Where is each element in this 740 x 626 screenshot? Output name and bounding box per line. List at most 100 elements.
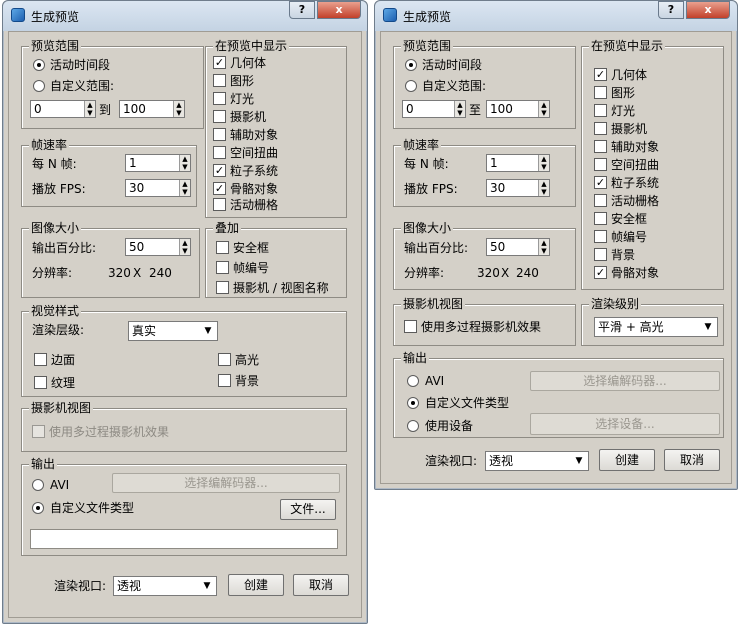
space-warps-label: 空间扭曲 <box>611 158 660 172</box>
bones-checkbox[interactable]: ✓ <box>594 266 607 279</box>
create-button[interactable]: 创建 <box>228 574 284 596</box>
render-viewport-dropdown[interactable]: 透视 ▼ <box>113 576 217 596</box>
camera-view-group: 摄影机视图 使用多过程摄影机效果 <box>21 401 347 452</box>
fps-spinner[interactable]: 30 ▲ ▼ <box>486 179 550 197</box>
space-warps-checkbox[interactable] <box>594 158 607 171</box>
close-button[interactable]: x <box>317 1 361 19</box>
spinner-arrows-icon[interactable]: ▲ ▼ <box>179 155 190 171</box>
close-button[interactable]: x <box>686 1 730 19</box>
every-n-spinner[interactable]: 1 ▲ ▼ <box>486 154 550 172</box>
use-device-radio[interactable] <box>407 420 419 432</box>
edged-faces-label: 边面 <box>51 353 76 367</box>
avi-label: AVI <box>425 374 445 388</box>
range-end-spinner[interactable]: 100 ▲ ▼ <box>119 100 185 118</box>
custom-file-type-radio[interactable] <box>407 397 419 409</box>
texture-checkbox[interactable] <box>34 376 47 389</box>
shapes-checkbox[interactable] <box>594 86 607 99</box>
resolution-width: 320 <box>477 266 500 280</box>
multipass-checkbox[interactable] <box>32 425 45 438</box>
create-button[interactable]: 创建 <box>599 449 655 471</box>
multipass-label: 使用多过程摄影机效果 <box>49 425 170 439</box>
helpers-checkbox[interactable] <box>594 140 607 153</box>
render-level-dropdown[interactable]: 真实 ▼ <box>128 321 218 341</box>
file-button[interactable]: 文件... <box>280 499 336 520</box>
output-percent-spinner[interactable]: 50 ▲ ▼ <box>125 238 191 256</box>
show-in-preview-group: 在预览中显示 ✓ 几何体 图形 灯光 摄影机 辅助对象 空间扭曲 ✓ 粒子系统 … <box>581 39 724 290</box>
left-dialog-window: 生成预览 ? x 预览范围 活动时间段 自定义范围: 0 ▲ ▼ 到 100 ▲ ▼… <box>2 0 368 624</box>
image-size-title: 图像大小 <box>401 221 454 235</box>
range-end-spinner[interactable]: 100 ▲ ▼ <box>486 100 550 118</box>
spinner-arrows-icon[interactable]: ▲ ▼ <box>84 101 95 117</box>
chevron-down-icon[interactable]: ▼ <box>201 324 215 338</box>
spinner-arrows-icon[interactable]: ▲ ▼ <box>538 101 549 117</box>
cameras-checkbox[interactable] <box>594 122 607 135</box>
spinner-arrows-icon[interactable]: ▲ ▼ <box>173 101 184 117</box>
choose-device-button[interactable]: 选择设备... <box>530 413 720 435</box>
lights-checkbox[interactable] <box>213 92 226 105</box>
chevron-down-icon[interactable]: ▼ <box>701 320 715 334</box>
cameras-checkbox[interactable] <box>213 110 226 123</box>
output-path-field[interactable] <box>30 529 338 549</box>
custom-range-radio[interactable] <box>405 80 417 92</box>
custom-range-radio[interactable] <box>33 80 45 92</box>
frame-number-checkbox[interactable] <box>594 230 607 243</box>
helpers-label: 辅助对象 <box>611 140 660 154</box>
active-grid-checkbox[interactable] <box>594 194 607 207</box>
resolution-width: 320 <box>108 266 131 280</box>
cancel-button[interactable]: 取消 <box>664 449 720 471</box>
helpers-checkbox[interactable] <box>213 128 226 141</box>
every-n-spinner[interactable]: 1 ▲ ▼ <box>125 154 191 172</box>
range-start-spinner[interactable]: 0 ▲ ▼ <box>30 100 96 118</box>
choose-codec-button[interactable]: 选择编解码器... <box>530 371 720 391</box>
help-button[interactable]: ? <box>289 1 315 19</box>
safe-frame-checkbox[interactable] <box>594 212 607 225</box>
spinner-arrows-icon[interactable]: ▲ ▼ <box>454 101 465 117</box>
geometry-checkbox[interactable]: ✓ <box>213 56 226 69</box>
highlight-checkbox[interactable] <box>218 353 231 366</box>
space-warps-checkbox[interactable] <box>213 146 226 159</box>
spinner-arrows-icon[interactable]: ▲ ▼ <box>538 155 549 171</box>
overlay-group: 叠加 安全框 帧编号 摄影机 / 视图名称 <box>205 221 347 298</box>
fps-spinner[interactable]: 30 ▲ ▼ <box>125 179 191 197</box>
particles-checkbox[interactable]: ✓ <box>213 164 226 177</box>
custom-file-type-label: 自定义文件类型 <box>50 501 135 515</box>
active-grid-label: 活动栅格 <box>611 194 660 208</box>
fps-value: 30 <box>129 181 145 195</box>
avi-radio[interactable] <box>407 375 419 387</box>
background-checkbox[interactable] <box>218 374 231 387</box>
bones-checkbox[interactable]: ✓ <box>213 182 226 195</box>
active-time-radio[interactable] <box>33 59 45 71</box>
custom-file-type-radio[interactable] <box>32 502 44 514</box>
camera-view-name-checkbox[interactable] <box>216 281 229 294</box>
chevron-down-icon[interactable]: ▼ <box>200 579 214 593</box>
active-grid-checkbox[interactable] <box>213 198 226 211</box>
every-n-value: 1 <box>490 156 498 170</box>
safe-frame-checkbox[interactable] <box>216 241 229 254</box>
edged-faces-checkbox[interactable] <box>34 353 47 366</box>
spinner-arrows-icon[interactable]: ▲ ▼ <box>179 239 190 255</box>
particles-checkbox[interactable]: ✓ <box>594 176 607 189</box>
spinner-arrows-icon[interactable]: ▲ ▼ <box>179 180 190 196</box>
lights-checkbox[interactable] <box>594 104 607 117</box>
range-end-value: 100 <box>490 102 513 116</box>
chevron-down-icon[interactable]: ▼ <box>572 454 586 468</box>
cancel-button[interactable]: 取消 <box>293 574 349 596</box>
frame-number-checkbox[interactable] <box>216 261 229 274</box>
multipass-checkbox[interactable] <box>404 320 417 333</box>
active-time-radio[interactable] <box>405 59 417 71</box>
choose-codec-button[interactable]: 选择编解码器... <box>112 473 340 493</box>
avi-radio[interactable] <box>32 479 44 491</box>
frame-number-label: 帧编号 <box>611 230 648 244</box>
geometry-checkbox[interactable]: ✓ <box>594 68 607 81</box>
spinner-arrows-icon[interactable]: ▲ ▼ <box>538 239 549 255</box>
range-start-spinner[interactable]: 0 ▲ ▼ <box>402 100 466 118</box>
help-button[interactable]: ? <box>658 1 684 19</box>
spinner-arrows-icon[interactable]: ▲ ▼ <box>538 180 549 196</box>
output-percent-spinner[interactable]: 50 ▲ ▼ <box>486 238 550 256</box>
render-viewport-dropdown[interactable]: 透视 ▼ <box>485 451 589 471</box>
right-window-title: 生成预览 <box>403 10 452 24</box>
render-level-dropdown[interactable]: 平滑 + 高光 ▼ <box>594 317 718 337</box>
lights-label: 灯光 <box>230 92 255 106</box>
shapes-checkbox[interactable] <box>213 74 226 87</box>
background-checkbox[interactable] <box>594 248 607 261</box>
